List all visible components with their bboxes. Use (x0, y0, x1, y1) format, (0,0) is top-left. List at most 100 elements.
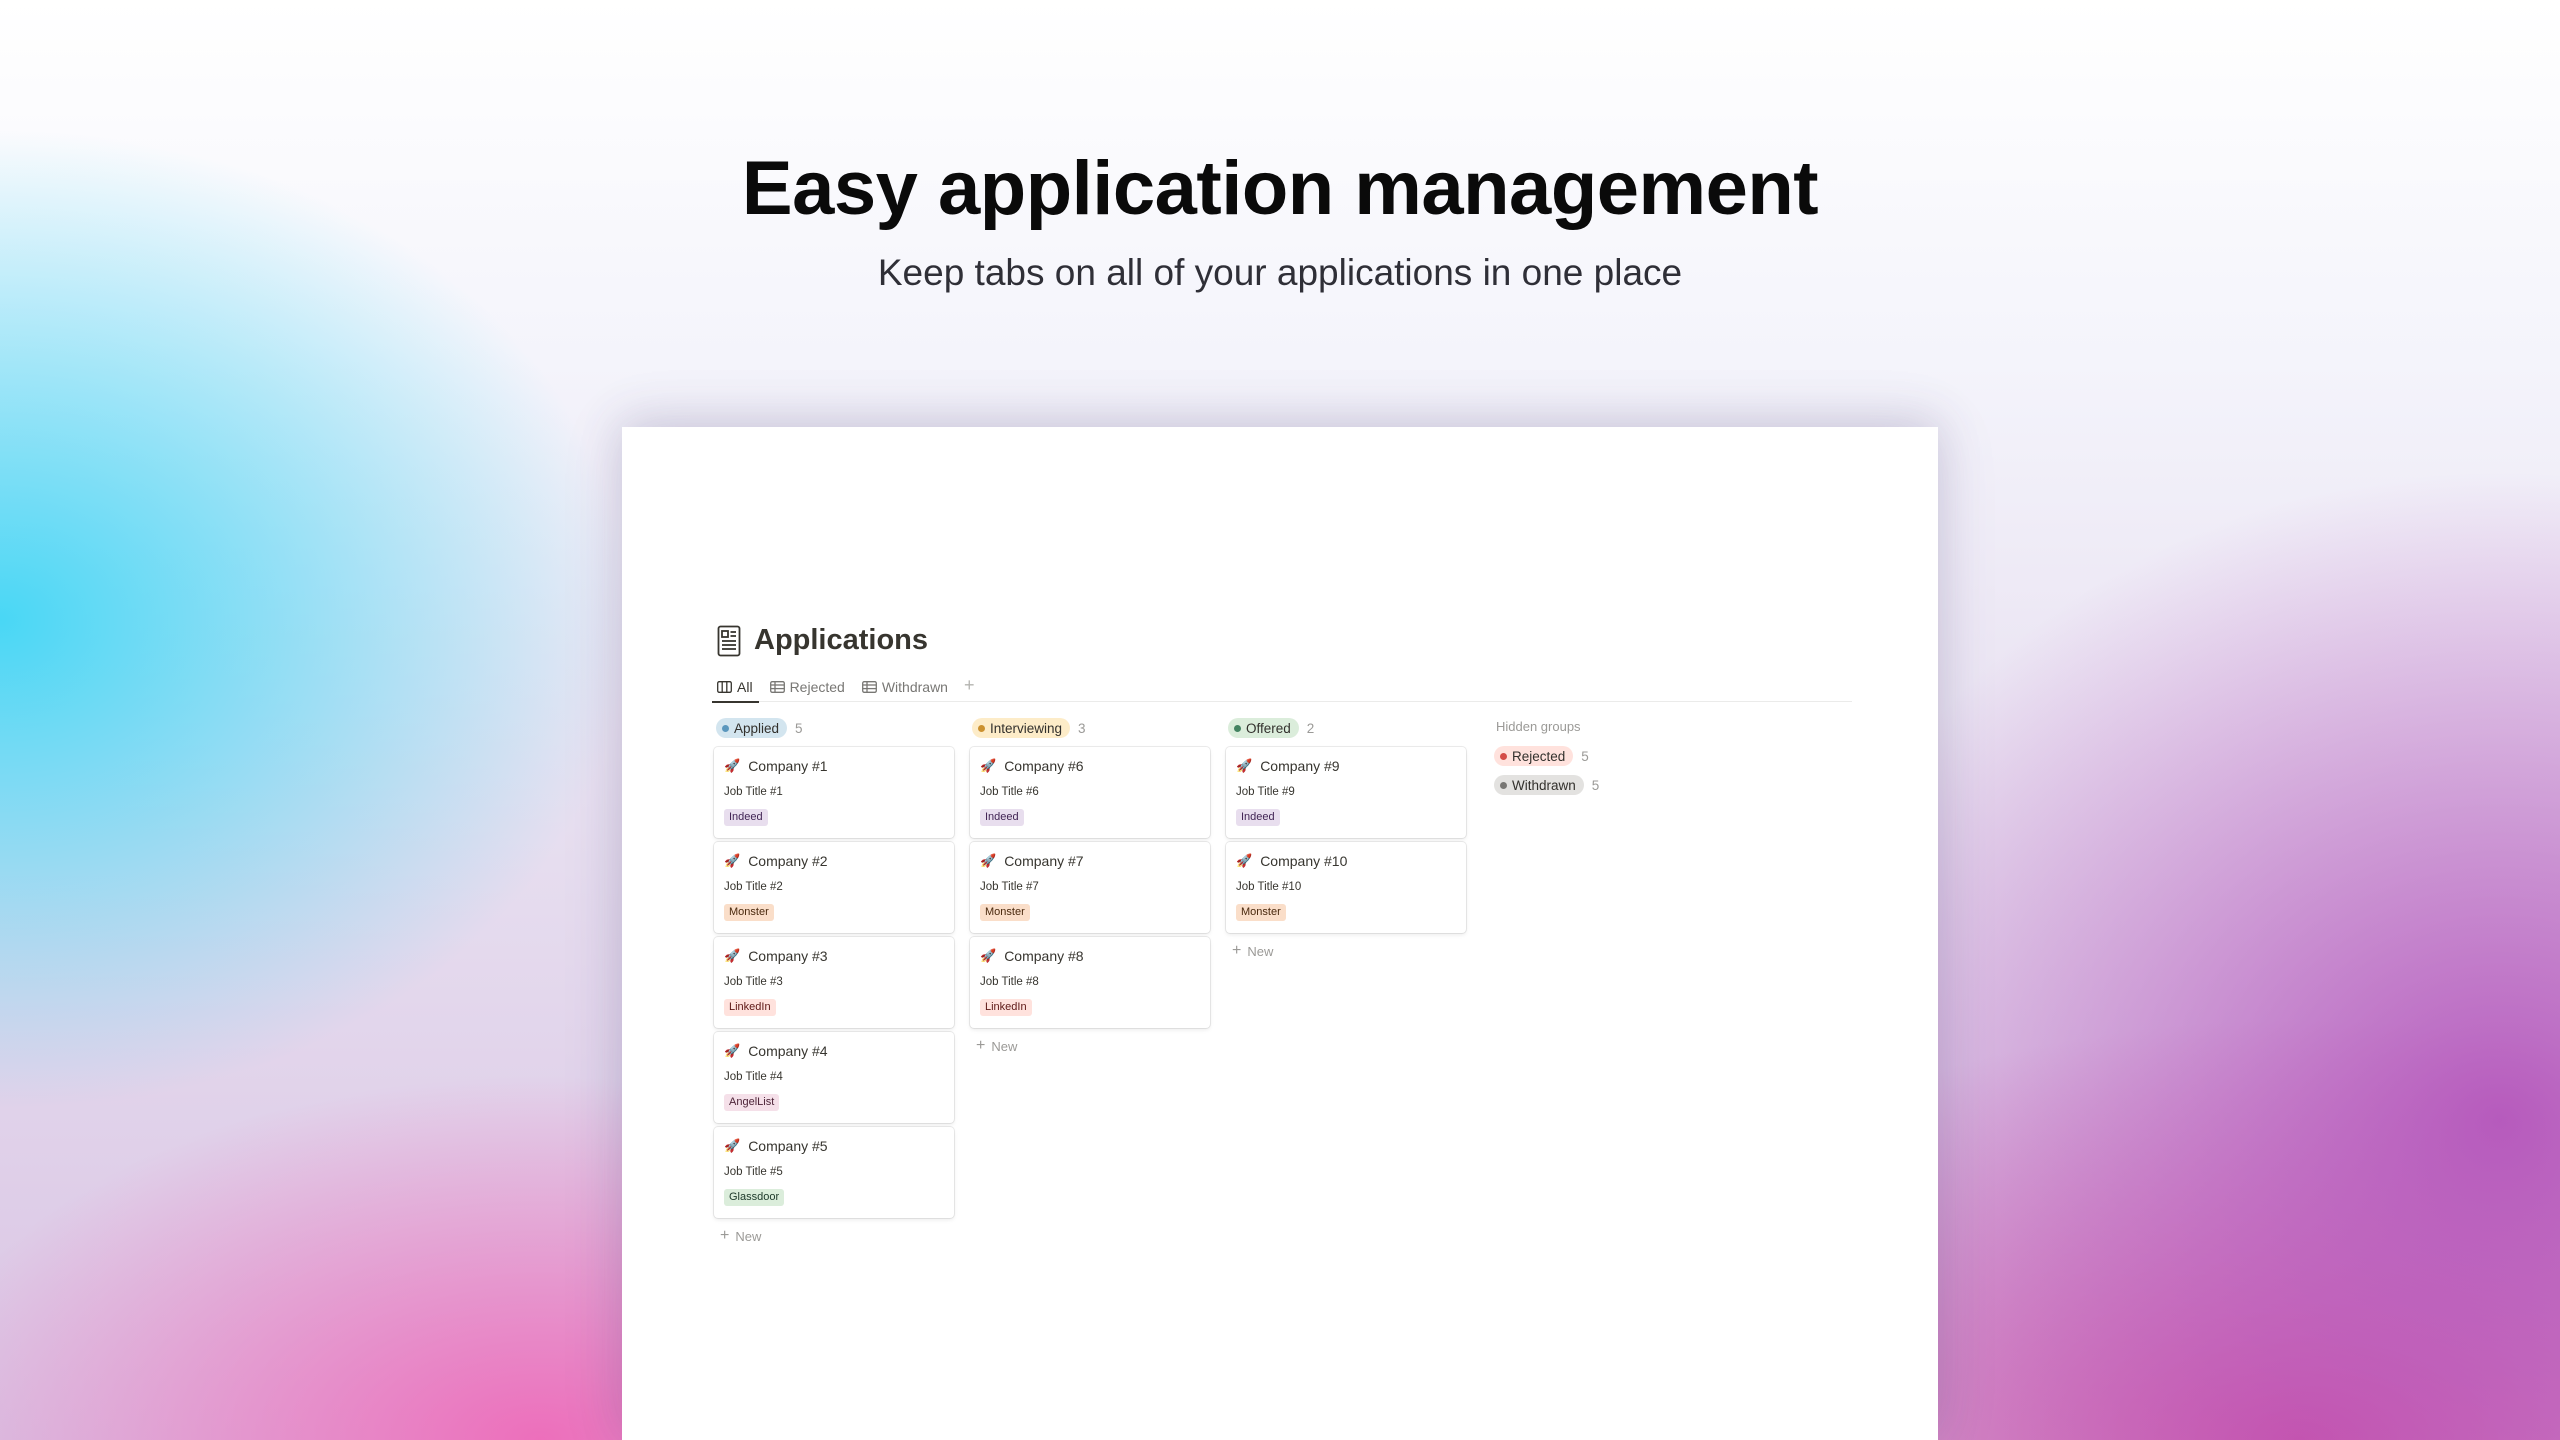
job-title: Job Title #5 (724, 1166, 783, 1178)
job-title: Job Title #10 (1236, 881, 1302, 893)
status-pill: Applied (716, 718, 788, 738)
plus-icon: + (1232, 942, 1242, 959)
job-title: Job Title #2 (724, 881, 783, 893)
job-title: Job Title #3 (724, 976, 783, 988)
company-name: Company #6 (1004, 758, 1084, 774)
company-name: Company #9 (1260, 758, 1340, 774)
card-title: 🚀 Company #3 (724, 946, 945, 966)
card-title: 🚀 Company #7 (980, 851, 1201, 871)
hidden-group-withdrawn[interactable]: Withdrawn 5 (1494, 774, 1694, 796)
job-title: Job Title #9 (1236, 786, 1295, 798)
source-tag: AngelList (724, 1094, 780, 1111)
company-name: Company #5 (748, 1138, 828, 1154)
application-card[interactable]: 🚀 Company #6 Job Title #6 Indeed (970, 747, 1210, 838)
group-count: 5 (1591, 777, 1600, 793)
status-pill: Withdrawn (1494, 775, 1584, 795)
source-tag: LinkedIn (980, 999, 1032, 1016)
table-icon (769, 681, 785, 693)
source-tag: Indeed (980, 809, 1024, 826)
column-header[interactable]: Applied 5 (716, 717, 954, 739)
group-count: 3 (1078, 720, 1086, 736)
status-dot (1500, 781, 1507, 789)
document-list-icon (717, 625, 741, 656)
application-card[interactable]: 🚀 Company #4 Job Title #4 AngelList (714, 1032, 954, 1123)
card-title: 🚀 Company #1 (724, 756, 945, 776)
company-name: Company #4 (748, 1043, 828, 1059)
group-count: 2 (1306, 720, 1315, 736)
application-card[interactable]: 🚀 Company #1 Job Title #1 Indeed (714, 747, 954, 838)
tab-rejected[interactable]: Rejected (765, 672, 851, 702)
status-label: Withdrawn (1512, 777, 1576, 793)
status-dot (978, 724, 985, 732)
hero-title: Easy application management (741, 146, 1819, 231)
hidden-group-rejected[interactable]: Rejected 5 (1494, 745, 1694, 767)
status-label: Interviewing (990, 720, 1063, 736)
new-card-button[interactable]: + New (720, 1226, 954, 1246)
new-label: New (991, 1038, 1018, 1054)
column-header[interactable]: Offered 2 (1228, 717, 1466, 739)
board-icon (717, 681, 732, 693)
status-pill: Rejected (1494, 746, 1574, 766)
job-title: Job Title #8 (980, 976, 1039, 988)
application-card[interactable]: 🚀 Company #3 Job Title #3 LinkedIn (714, 937, 954, 1028)
source-tag: LinkedIn (724, 999, 776, 1016)
application-card[interactable]: 🚀 Company #2 Job Title #2 Monster (714, 842, 954, 933)
tab-withdrawn[interactable]: Withdrawn (857, 672, 954, 702)
card-list: 🚀 Company #9 Job Title #9 Indeed 🚀 Company #1… (1226, 747, 1466, 933)
hidden-groups-label: Hidden groups (1496, 719, 1581, 734)
company-name: Company #3 (748, 948, 828, 964)
job-title: Job Title #1 (724, 786, 783, 798)
tab-label: Withdrawn (881, 679, 948, 695)
database-title[interactable]: Applications (754, 624, 928, 657)
new-label: New (1247, 943, 1274, 959)
hero-subtitle: Keep tabs on all of your applications in… (877, 252, 1683, 293)
view-tabs: All Rejected Withdrawn + (712, 672, 1852, 703)
company-name: Company #7 (1004, 853, 1084, 869)
table-icon (861, 681, 877, 693)
hidden-groups: Hidden groups Rejected 5 Withdrawn 5 (1494, 717, 1694, 796)
tab-all[interactable]: All (712, 672, 759, 703)
status-pill: Offered (1228, 718, 1299, 738)
plus-icon: + (976, 1037, 986, 1054)
status-dot (1500, 752, 1507, 760)
board-column-interviewing: Interviewing 3 🚀 Company #6 Job Title #6 Inde… (970, 717, 1210, 1056)
source-tag: Monster (724, 904, 774, 921)
new-card-button[interactable]: + New (976, 1036, 1210, 1056)
company-name: Company #8 (1004, 948, 1084, 964)
rocket-icon: 🚀 (980, 948, 997, 963)
card-title: 🚀 Company #9 (1236, 756, 1457, 776)
rocket-icon: 🚀 (724, 948, 741, 963)
company-name: Company #10 (1260, 853, 1348, 869)
rocket-icon: 🚀 (980, 853, 997, 868)
status-label: Applied (734, 720, 780, 736)
card-title: 🚀 Company #10 (1236, 851, 1457, 871)
new-card-button[interactable]: + New (1232, 941, 1466, 961)
rocket-icon: 🚀 (1236, 853, 1253, 868)
rocket-icon: 🚀 (980, 758, 997, 773)
group-count: 5 (1581, 748, 1589, 764)
source-tag: Indeed (1236, 809, 1280, 826)
column-header[interactable]: Interviewing 3 (972, 717, 1210, 739)
card-title: 🚀 Company #6 (980, 756, 1201, 776)
application-card[interactable]: 🚀 Company #5 Job Title #5 Glassdoor (714, 1127, 954, 1218)
status-dot (1234, 724, 1241, 732)
company-name: Company #2 (748, 853, 828, 869)
application-card[interactable]: 🚀 Company #10 Job Title #10 Monster (1226, 842, 1466, 933)
board-column-applied: Applied 5 🚀 Company #1 Job Title #1 Indeed 🚀 Co… (714, 717, 954, 1246)
application-card[interactable]: 🚀 Company #9 Job Title #9 Indeed (1226, 747, 1466, 838)
board-column-offered: Offered 2 🚀 Company #9 Job Title #9 Indeed 🚀 Co… (1226, 717, 1466, 961)
rocket-icon: 🚀 (724, 758, 741, 773)
status-label: Offered (1246, 720, 1291, 736)
card-title: 🚀 Company #8 (980, 946, 1201, 966)
status-dot (722, 724, 729, 732)
application-card[interactable]: 🚀 Company #8 Job Title #8 LinkedIn (970, 937, 1210, 1028)
rocket-icon: 🚀 (724, 1043, 741, 1058)
database-header: Applications (717, 624, 928, 657)
rocket-icon: 🚀 (724, 1138, 741, 1153)
application-card[interactable]: 🚀 Company #7 Job Title #7 Monster (970, 842, 1210, 933)
add-view-button[interactable]: + (960, 672, 979, 700)
job-title: Job Title #7 (980, 881, 1039, 893)
plus-icon: + (720, 1227, 730, 1244)
source-tag: Monster (980, 904, 1030, 921)
notion-window: Applications All Rejected Withdrawn + Ap… (622, 427, 1938, 1440)
